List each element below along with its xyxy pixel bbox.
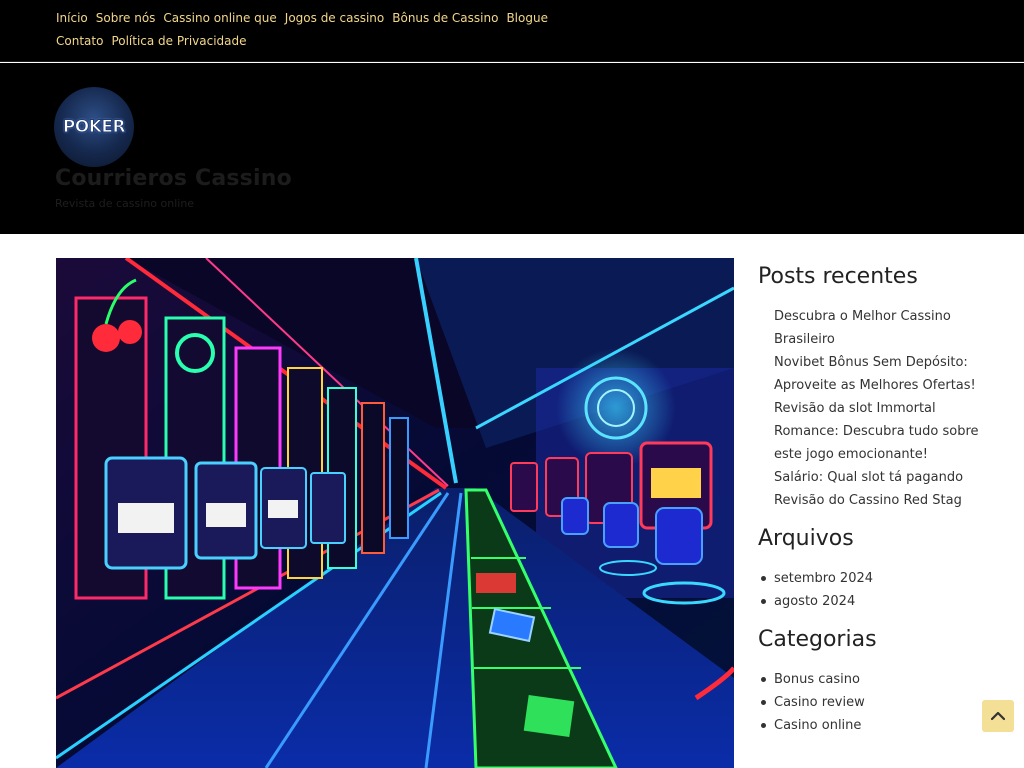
categories-list: Bonus casino Casino review Casino online [758,668,998,737]
recent-posts-widget: Posts recentes Descubra o Melhor Cassino… [758,262,998,512]
recent-post-link[interactable]: Salário: Qual slot tá pagando [774,466,998,489]
back-to-top-button[interactable] [982,700,1014,732]
category-link[interactable]: Casino online [761,714,998,737]
recent-post-link[interactable]: Revisão do Cassino Red Stag [774,489,998,512]
categories-title: Categorias [758,627,877,652]
neon-casino-illustration [56,258,734,768]
category-link[interactable]: Casino review [761,691,998,714]
nav-item-sobre-nos[interactable]: Sobre nós [96,10,156,27]
sidebar: Posts recentes Descubra o Melhor Cassino… [758,262,998,737]
recent-posts-title: Posts recentes [758,264,918,289]
nav-item-blogue[interactable]: Blogue [506,10,548,27]
archive-link[interactable]: agosto 2024 [761,590,998,613]
nav-item-bonus-de-cassino[interactable]: Bônus de Cassino [392,10,498,27]
site-description: Revista de cassino online [55,197,195,210]
recent-posts-list: Descubra o Melhor Cassino Brasileiro Nov… [758,305,998,512]
recent-post-link[interactable]: Revisão da slot Immortal Romance: Descub… [774,397,998,466]
recent-post-link[interactable]: Novibet Bônus Sem Depósito: Aproveite as… [774,351,998,397]
nav-item-politica-de-privacidade[interactable]: Política de Privacidade [111,33,246,50]
logo-text: POKER [62,117,126,138]
site-logo[interactable]: POKER [54,87,134,167]
site-header: POKER Courrieros Cassino Revista de cass… [0,63,1024,234]
main-menu: Início Sobre nós Cassino online que Jogo… [56,10,596,50]
archives-title: Arquivos [758,526,854,551]
nav-item-jogos-de-cassino[interactable]: Jogos de cassino [285,10,384,27]
nav-item-inicio[interactable]: Início [56,10,88,27]
nav-item-contato[interactable]: Contato [56,33,103,50]
archive-link[interactable]: setembro 2024 [761,567,998,590]
nav-item-cassino-online[interactable]: Cassino online que [163,10,276,27]
archives-list: setembro 2024 agosto 2024 [758,567,998,613]
recent-post-link[interactable]: Descubra o Melhor Cassino Brasileiro [774,305,998,351]
top-navigation: Início Sobre nós Cassino online que Jogo… [0,0,1024,62]
categories-widget: Categorias Bonus casino Casino review Ca… [758,625,998,737]
category-link[interactable]: Bonus casino [761,668,998,691]
site-title[interactable]: Courrieros Cassino [55,166,292,191]
archives-widget: Arquivos setembro 2024 agosto 2024 [758,524,998,613]
featured-image[interactable] [56,258,734,768]
chevron-up-icon [991,711,1005,721]
